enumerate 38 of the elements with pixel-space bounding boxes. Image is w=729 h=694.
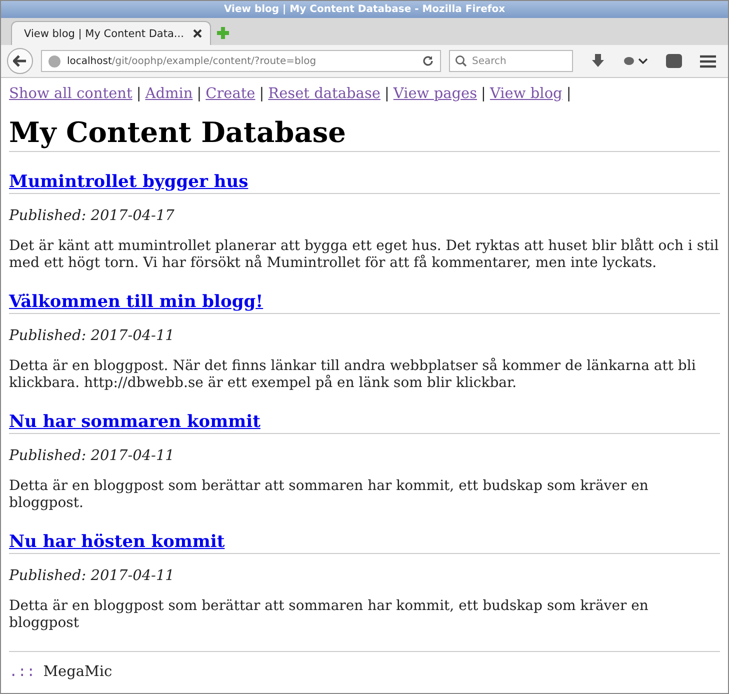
published-date: Published: 2017-04-17	[9, 208, 176, 224]
nav-link[interactable]: Show all content	[9, 86, 132, 102]
download-icon[interactable]	[592, 54, 604, 68]
close-icon[interactable]	[193, 29, 202, 38]
footer-link[interactable]: .::	[9, 664, 36, 680]
nav-link[interactable]: Create	[206, 86, 256, 102]
back-button[interactable]	[7, 48, 33, 74]
separator: |	[566, 86, 572, 102]
separator: |	[481, 86, 486, 102]
address-field[interactable]: localhost/git/oophp/example/content/?route=blog	[41, 50, 441, 72]
separator: |	[384, 86, 390, 102]
menu-icon[interactable]	[700, 54, 716, 68]
published-date: Published: 2017-04-11	[9, 328, 176, 344]
post-title-link[interactable]: Nu har hösten kommit	[9, 532, 720, 554]
post-title-link[interactable]: Välkommen till min blogg!	[9, 292, 720, 314]
post-body: Detta är en bloggpost som berättar att sommaren har kommit, ett budskap som kräver en bloggpost.	[9, 478, 650, 512]
back-arrow-icon	[13, 55, 27, 67]
nav-link[interactable]: Reset database	[268, 86, 380, 102]
post-body: Det är känt att mumintrollet planerar att bygga ett eget hus. Det ryktas att huset blir blått och i stil med ett högt torn. Vi har försökt nå Mumintrollet för att få kommentarer, men inte lyckats.	[9, 238, 720, 272]
window-title: View blog | My Content Database - Mozilla Firefox	[224, 4, 506, 15]
post-body: Detta är en bloggpost. När det finns länkar till andra webbplatser så kommer de länkarna att bli klickbara. http://dbwebb.se är ett exempel på en länk som blir klickbar.	[9, 358, 697, 392]
page-heading: My Content Database	[9, 116, 720, 152]
nav-link[interactable]: Admin	[145, 86, 193, 102]
search-icon	[455, 55, 467, 67]
nav-link[interactable]: View pages	[393, 86, 478, 102]
separator: |	[136, 86, 142, 102]
browser-tab[interactable]: View blog | My Content Data...	[11, 21, 211, 45]
published-date: Published: 2017-04-11	[9, 448, 176, 464]
post-body: Detta är en bloggpost som berättar att sommaren har kommit, ett budskap som kräver en bloggpost	[9, 598, 650, 632]
post-title-link[interactable]: Mumintrollet bygger hus	[9, 172, 720, 194]
post-title-link[interactable]: Nu har sommaren kommit	[9, 412, 720, 434]
separator: |	[196, 86, 202, 102]
footer-text: MegaMic	[43, 664, 112, 680]
separator: |	[259, 86, 264, 102]
published-date: Published: 2017-04-11	[9, 568, 176, 584]
search-field[interactable]: Search	[449, 50, 573, 72]
nav-link[interactable]: View blog	[490, 86, 562, 102]
reload-icon[interactable]	[422, 55, 434, 67]
